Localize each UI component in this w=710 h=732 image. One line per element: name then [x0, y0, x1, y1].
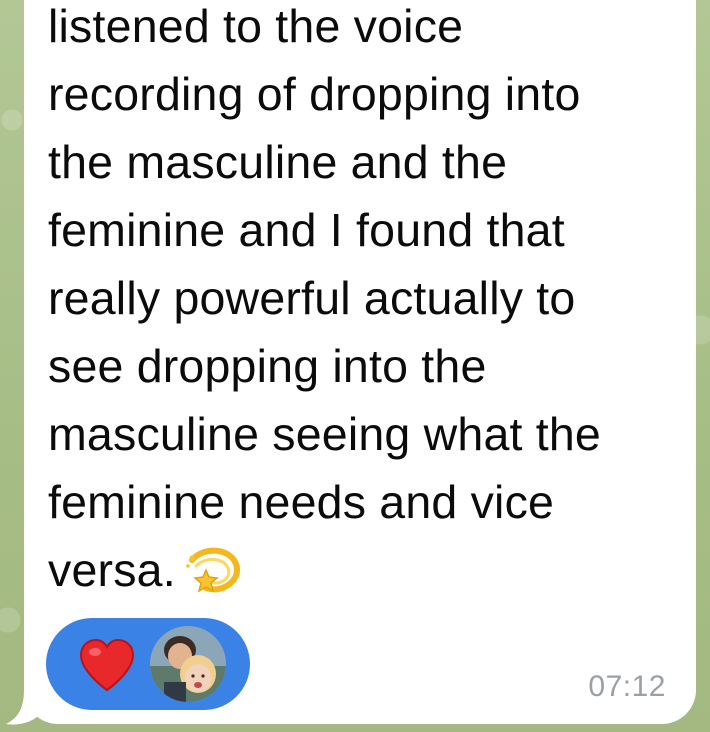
- dizzy-star-emoji-icon: [186, 547, 240, 593]
- bubble-tail: [6, 690, 42, 725]
- message-line: feminine needs and vice: [48, 476, 555, 528]
- message-line: the masculine and the: [48, 136, 508, 188]
- message-line: recording of dropping into: [48, 68, 581, 120]
- red-heart-icon: [79, 638, 135, 692]
- reaction-button[interactable]: [46, 618, 250, 710]
- reactor-avatar: [150, 626, 226, 702]
- message-line-last: versa.: [48, 536, 678, 604]
- message-line-text: versa.: [48, 544, 176, 596]
- message-timestamp: 07:12: [588, 670, 666, 703]
- message-text: listened to the voice recording of dropp…: [48, 0, 678, 604]
- message-line: see dropping into the: [48, 340, 487, 392]
- message-line: masculine seeing what the: [48, 408, 601, 460]
- message-line: feminine and I found that: [48, 204, 565, 256]
- message-line: really powerful actually to: [48, 272, 576, 324]
- avatar-photo-icon: [150, 626, 226, 702]
- message-line: listened to the voice: [48, 0, 464, 52]
